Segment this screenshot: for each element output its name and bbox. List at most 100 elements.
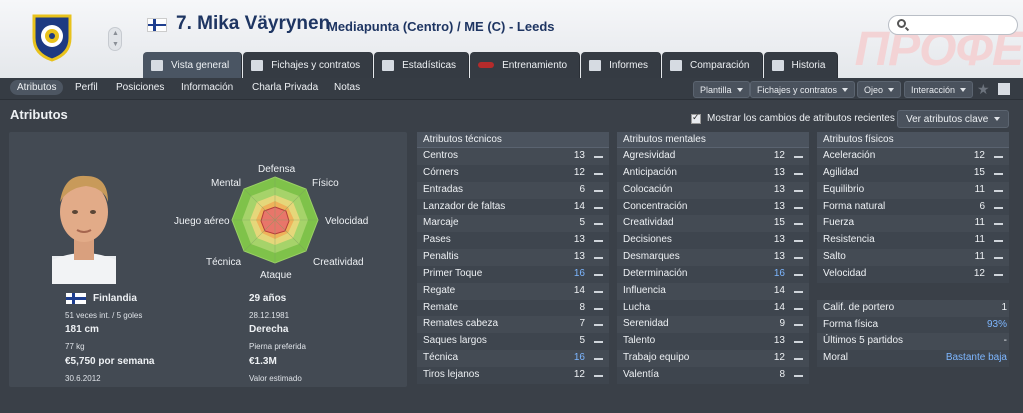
attribute-row[interactable]: Marcaje 5	[417, 215, 609, 233]
attribute-row[interactable]: Técnica 16	[417, 350, 609, 367]
subnav-posiciones[interactable]: Posiciones	[116, 82, 164, 93]
recent-changes-checkbox[interactable]	[691, 112, 701, 124]
attribute-value: 5	[579, 217, 585, 229]
attribute-row[interactable]: Lucha 14	[617, 299, 809, 317]
preferred-foot: Derecha	[249, 324, 289, 335]
attribute-row[interactable]: Aceleración 12	[817, 148, 1009, 165]
attribute-row[interactable]: Entradas 6	[417, 181, 609, 199]
attribute-row[interactable]: Desmarques 13	[617, 249, 809, 266]
attribute-row[interactable]: Tiros lejanos 12	[417, 366, 609, 384]
attribute-row[interactable]: Decisiones 13	[617, 232, 809, 250]
trend-dash-icon	[594, 172, 603, 175]
attribute-name: Serenidad	[623, 318, 669, 330]
attribute-row[interactable]: Creatividad 15	[617, 215, 809, 233]
player-stepper[interactable]: ▲ ▼	[108, 27, 122, 51]
attribute-row[interactable]: Regate 14	[417, 282, 609, 300]
training-icon	[478, 62, 495, 68]
attribute-row[interactable]: Velocidad 12	[817, 265, 1009, 283]
subnav-notas[interactable]: Notas	[334, 82, 360, 93]
attribute-row[interactable]: Determinación 16	[617, 265, 809, 283]
trend-dash-icon	[794, 257, 803, 260]
player-position-club[interactable]: Mediapunta (Centro) / ME (C) - Leeds	[327, 19, 555, 34]
tab-historia[interactable]: Historia	[763, 52, 839, 78]
attribute-value: 11	[974, 234, 985, 246]
attribute-row[interactable]: Forma natural 6	[817, 198, 1009, 216]
player-photo	[52, 175, 116, 284]
attribute-row[interactable]: Anticipación 13	[617, 164, 809, 182]
attribute-row[interactable]: Colocación 13	[617, 181, 809, 199]
subnav-informacion[interactable]: Información	[181, 82, 233, 93]
attribute-row[interactable]: Concentración 13	[617, 198, 809, 216]
attribute-row[interactable]: Córners 12	[417, 164, 609, 182]
tab-comparacion[interactable]: Comparación	[662, 52, 763, 78]
attribute-row[interactable]: Penaltis 13	[417, 249, 609, 266]
attribute-value: Bastante baja	[945, 352, 1007, 364]
attribute-row[interactable]: Calif. de portero 1	[817, 299, 1009, 317]
attribute-row[interactable]: Remate 8	[417, 299, 609, 317]
tab-informes[interactable]: Informes	[581, 52, 662, 78]
subnav-perfil[interactable]: Perfil	[75, 82, 98, 93]
attribute-row[interactable]: Equilibrio 11	[817, 181, 1009, 199]
attribute-row[interactable]: Primer Toque 16	[417, 265, 609, 283]
tab-entrenamiento[interactable]: Entrenamiento	[470, 52, 581, 78]
attribute-row[interactable]: Moral Bastante baja	[817, 350, 1009, 368]
attribute-name: Salto	[823, 251, 846, 263]
attribute-row[interactable]: Agresividad 12	[617, 148, 809, 165]
plantilla-dropdown[interactable]: Plantilla	[693, 81, 750, 98]
attribute-value: 12	[973, 267, 985, 279]
attribute-name: Forma física	[823, 318, 879, 330]
attribute-row[interactable]: Forma física 93%	[817, 316, 1009, 334]
attribute-row[interactable]: Serenidad 9	[617, 316, 809, 334]
club-crest-icon[interactable]	[30, 12, 74, 62]
nationality[interactable]: Finlandia	[93, 293, 137, 304]
fichajes-dropdown[interactable]: Fichajes y contratos	[750, 81, 856, 98]
tab-vista-general[interactable]: Vista general	[143, 52, 243, 78]
attribute-row[interactable]: Trabajo equipo 12	[617, 350, 809, 367]
ojeo-dropdown[interactable]: Ojeo	[857, 81, 902, 98]
tab-label: Entrenamiento	[502, 59, 568, 71]
attribute-value: 13	[773, 166, 785, 178]
tab-fichajes[interactable]: Fichajes y contratos	[243, 52, 374, 78]
attribute-name: Tiros lejanos	[423, 368, 480, 380]
polar-label-velocidad: Velocidad	[325, 216, 369, 227]
attribute-row[interactable]: Remates cabeza 7	[417, 316, 609, 334]
search-icon	[897, 19, 906, 28]
search-input[interactable]	[888, 15, 1018, 35]
attribute-value: 14	[573, 200, 585, 212]
attribute-row[interactable]: Lanzador de faltas 14	[417, 198, 609, 216]
attribute-row[interactable]: Talento 13	[617, 333, 809, 351]
key-attributes-button[interactable]: Ver atributos clave	[897, 110, 1010, 128]
subnav-atributos[interactable]: Atributos	[10, 80, 64, 95]
interaccion-dropdown[interactable]: Interacción	[904, 81, 974, 98]
attribute-value: 93%	[986, 318, 1007, 330]
stepper-down-icon[interactable]: ▼	[112, 41, 119, 48]
attribute-name: Forma natural	[823, 200, 886, 212]
attribute-row[interactable]: Salto 11	[817, 249, 1009, 266]
recent-changes-label: Mostrar los cambios de atributos recient…	[707, 113, 895, 124]
attribute-name: Lanzador de faltas	[423, 200, 506, 212]
attribute-row[interactable]: Valentía 8	[617, 366, 809, 384]
attribute-row[interactable]: Fuerza 11	[817, 215, 1009, 233]
attribute-row[interactable]: Influencia 14	[617, 282, 809, 300]
add-note-icon[interactable]	[998, 83, 1010, 95]
attribute-row[interactable]: Agilidad 15	[817, 164, 1009, 182]
attribute-name: Trabajo equipo	[623, 352, 690, 364]
attribute-row[interactable]: Pases 13	[417, 232, 609, 250]
star-icon[interactable]: ★	[977, 81, 990, 98]
recent-changes-toggle[interactable]: Mostrar los cambios de atributos recient…	[691, 112, 895, 124]
attribute-row[interactable]: Resistencia 11	[817, 232, 1009, 250]
trend-dash-icon	[594, 341, 603, 344]
preferred-foot-label: Pierna preferida	[249, 342, 306, 351]
attribute-row[interactable]: Centros 13	[417, 148, 609, 165]
height: 181 cm	[65, 324, 99, 335]
attribute-name: Valentía	[623, 368, 659, 380]
attribute-row[interactable]: Últimos 5 partidos -	[817, 333, 1009, 351]
attribute-row[interactable]: Saques largos 5	[417, 333, 609, 351]
technical-header: Atributos técnicos	[417, 132, 609, 148]
trend-dash-icon	[994, 172, 1003, 175]
attribute-name: Remate	[423, 301, 459, 313]
subnav-charla-privada[interactable]: Charla Privada	[252, 82, 318, 93]
trend-dash-icon	[994, 223, 1003, 226]
tab-estadisticas[interactable]: Estadísticas	[374, 52, 470, 78]
stepper-up-icon[interactable]: ▲	[112, 30, 119, 37]
